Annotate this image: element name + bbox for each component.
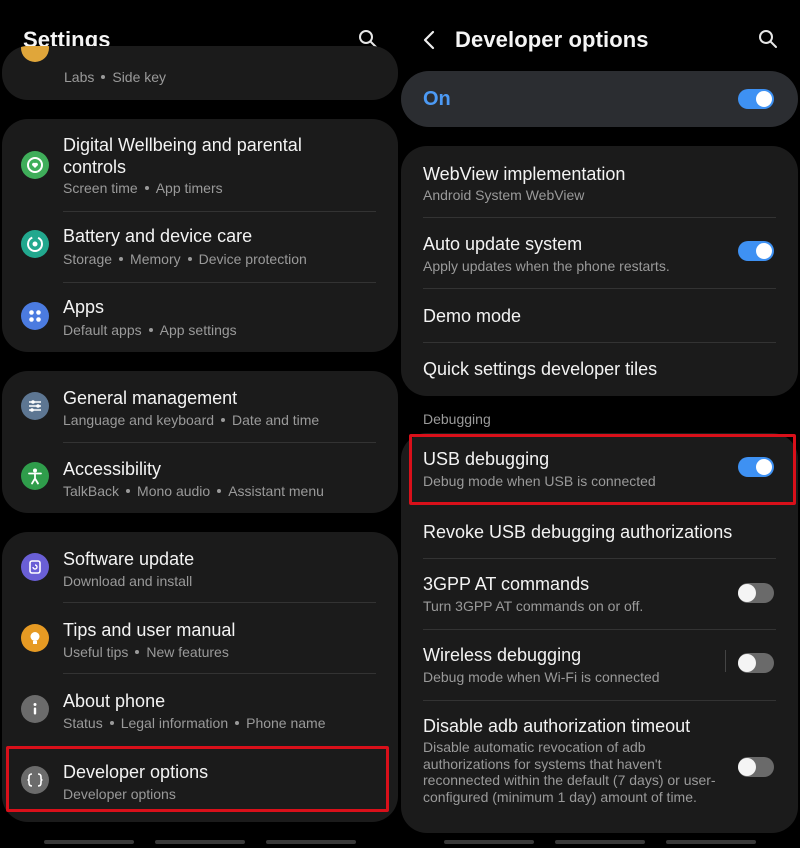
list-item[interactable]: Labs Side key <box>2 46 398 100</box>
list-item-title: Demo mode <box>423 306 522 326</box>
settings-item-software-update[interactable]: Software update Download and install <box>2 532 398 602</box>
list-item-title: Tips and user manual <box>63 620 236 640</box>
list-item-subtitle: Screen time App timers <box>63 180 223 196</box>
dev-item-webview[interactable]: WebView implementation Android System We… <box>401 146 798 217</box>
dev-item-quick-settings-tiles[interactable]: Quick settings developer tiles <box>401 343 798 396</box>
master-switch-card[interactable]: On <box>401 71 798 127</box>
info-icon <box>21 695 49 723</box>
list-item-title: Battery and device care <box>63 226 253 246</box>
list-item-title: General management <box>63 388 238 408</box>
list-item-subtitle: Language and keyboard Date and time <box>63 412 320 428</box>
list-item-title: Quick settings developer tiles <box>423 359 658 379</box>
list-item-title: Wireless debugging <box>423 645 582 665</box>
list-item-subtitle: Debug mode when Wi-Fi is connected <box>423 669 660 685</box>
settings-item-general-management[interactable]: General management Language and keyboard… <box>2 371 398 442</box>
dev-item-auto-update[interactable]: Auto update system Apply updates when th… <box>401 218 798 288</box>
toggle-knob <box>756 243 772 259</box>
search-icon[interactable] <box>758 29 778 49</box>
list-item-subtitle: Storage Memory Device protection <box>63 251 307 267</box>
nav-bar-handle <box>44 840 134 844</box>
highlight-usb-debugging <box>409 434 796 505</box>
3gpp-at-toggle[interactable] <box>738 583 774 603</box>
list-item-title: Apps <box>63 297 105 317</box>
settings-item-tips-user-manual[interactable]: Tips and user manual Useful tips New feat… <box>2 603 398 673</box>
list-item-subtitle: Download and install <box>63 573 193 589</box>
developer-options-panel: Developer options On WebView implementat… <box>400 0 800 848</box>
wireless-debugging-toggle[interactable] <box>738 653 774 673</box>
wellbeing-icon <box>21 151 49 179</box>
settings-item-apps[interactable]: Apps Default apps App settings <box>2 283 398 352</box>
tips-icon <box>21 624 49 652</box>
dev-item-3gpp-at[interactable]: 3GPP AT commands Turn 3GPP AT commands o… <box>401 559 798 629</box>
toggle-knob <box>756 91 772 107</box>
settings-card-group-1: Digital Wellbeing and parental controls … <box>2 119 398 352</box>
separator-dot <box>101 75 106 80</box>
list-item-subtitle: Status Legal information Phone name <box>63 715 326 731</box>
list-item-title: Revoke USB debugging authorizations <box>423 522 733 542</box>
list-item-title: Digital Wellbeing and parental controls <box>63 135 302 177</box>
list-item-subtitle: Apply updates when the phone restarts. <box>423 258 670 274</box>
list-item-title: WebView implementation <box>423 164 626 184</box>
toggle-knob <box>738 758 756 776</box>
nav-bar-handle <box>266 840 356 844</box>
list-item-title: Accessibility <box>63 459 162 479</box>
dev-item-demo-mode[interactable]: Demo mode <box>401 289 798 342</box>
dev-item-wireless-debugging[interactable]: Wireless debugging Debug mode when Wi-Fi… <box>401 630 798 700</box>
settings-item-about-phone[interactable]: About phone Status Legal information Phone… <box>2 674 398 744</box>
settings-item-battery-device-care[interactable]: Battery and device care Storage Memory Dev… <box>2 212 398 282</box>
list-item-subtitle: Disable automatic revocation of adb auth… <box>423 739 716 805</box>
vertical-separator <box>725 650 726 672</box>
nav-bar-handle <box>155 840 245 844</box>
settings-panel: Settings Labs Side key Digital Wellbeing … <box>0 0 400 848</box>
list-item-subtitle: Useful tips New features <box>63 644 229 660</box>
list-item-subtitle: Labs Side key <box>64 69 167 85</box>
list-item-title: Software update <box>63 549 195 569</box>
list-item-title: 3GPP AT commands <box>423 574 590 594</box>
nav-bar-handle <box>666 840 756 844</box>
apps-icon <box>21 302 49 330</box>
page-title: Developer options <box>455 27 649 52</box>
list-item-subtitle: TalkBack Mono audio Assistant menu <box>63 483 324 499</box>
adb-timeout-toggle[interactable] <box>738 757 774 777</box>
developer-app-bar: Developer options <box>400 0 800 78</box>
master-switch-label: On <box>423 88 451 110</box>
software-update-icon <box>21 553 49 581</box>
settings-item-digital-wellbeing[interactable]: Digital Wellbeing and parental controls … <box>2 119 398 211</box>
toggle-knob <box>738 654 756 672</box>
section-label-debugging: Debugging <box>423 411 491 427</box>
auto-update-toggle[interactable] <box>738 241 774 261</box>
general-management-icon <box>21 392 49 420</box>
toggle-knob <box>738 584 756 602</box>
dev-item-revoke-usb[interactable]: Revoke USB debugging authorizations <box>401 505 798 558</box>
settings-card-partial: Labs Side key <box>2 46 398 100</box>
labs-icon <box>21 46 49 62</box>
highlight-developer-options <box>6 746 389 812</box>
dev-item-disable-adb-timeout[interactable]: Disable adb authorization timeout Disabl… <box>401 701 798 831</box>
dev-card-group-1: WebView implementation Android System We… <box>401 146 798 396</box>
device-care-icon <box>21 230 49 258</box>
list-item-title: Disable adb authorization timeout <box>423 716 691 736</box>
settings-card-group-2: General management Language and keyboard… <box>2 371 398 513</box>
master-toggle[interactable] <box>738 89 774 109</box>
list-item-subtitle: Android System WebView <box>423 187 585 203</box>
list-item-subtitle: Default apps App settings <box>63 322 237 338</box>
list-item-subtitle: Turn 3GPP AT commands on or off. <box>423 598 644 614</box>
list-item-title: Auto update system <box>423 234 583 254</box>
settings-item-accessibility[interactable]: Accessibility TalkBack Mono audio Assistan… <box>2 443 398 513</box>
nav-bar-handle <box>555 840 645 844</box>
list-item-title: About phone <box>63 691 166 711</box>
accessibility-icon <box>21 462 49 490</box>
back-icon[interactable] <box>422 30 436 50</box>
nav-bar-handle <box>444 840 534 844</box>
